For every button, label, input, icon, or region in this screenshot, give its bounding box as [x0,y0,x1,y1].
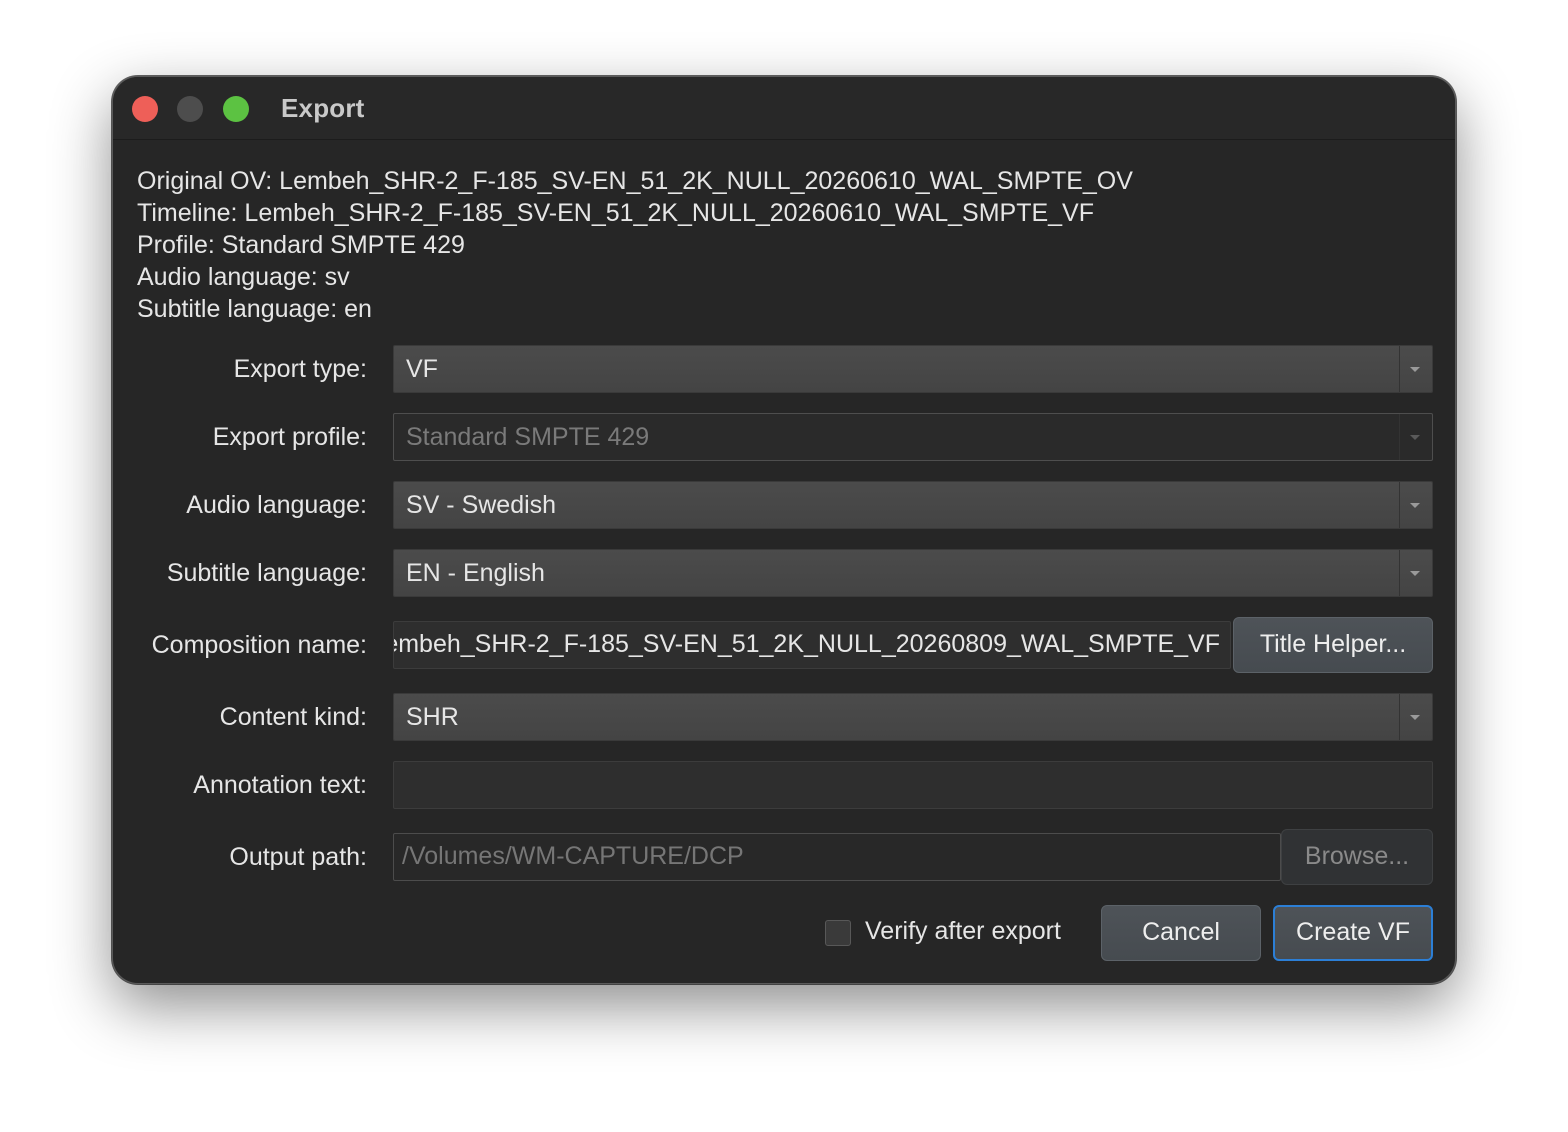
audio-language-select[interactable]: SV - Swedish [393,481,1433,529]
export-profile-value: Standard SMPTE 429 [406,423,650,451]
export-profile-label: Export profile: [212,423,367,451]
output-path-value: /Volumes/WM-CAPTURE/DCP [402,842,744,870]
verify-after-export-checkbox[interactable] [825,920,851,946]
annotation-text-label: Annotation text: [193,771,367,799]
content-kind-value: SHR [406,703,459,731]
minimize-button[interactable] [177,96,203,122]
chevron-down-icon [1410,435,1420,440]
chevron-down-icon [1410,571,1420,576]
annotation-text-input[interactable] [393,761,1433,809]
info-subtitle-language: Subtitle language: en [137,295,372,323]
audio-language-dropdown-toggle[interactable] [1399,482,1432,528]
export-dialog: Export Original OV: Lembeh_SHR-2_F-185_S… [112,76,1456,984]
subtitle-language-label: Subtitle language: [166,559,367,587]
verify-after-export-label[interactable]: Verify after export [865,917,1061,946]
composition-name-value: Lembeh_SHR-2_F-185_SV-EN_51_2K_NULL_2026… [393,630,1220,658]
composition-name-label: Composition name: [151,631,367,659]
export-type-label: Export type: [233,355,367,383]
browse-button: Browse... [1281,829,1433,885]
chevron-down-icon [1410,367,1420,372]
info-profile: Profile: Standard SMPTE 429 [137,231,465,259]
cancel-button[interactable]: Cancel [1101,905,1261,961]
output-path-input: /Volumes/WM-CAPTURE/DCP [393,833,1281,881]
export-type-dropdown-toggle[interactable] [1399,346,1432,392]
subtitle-language-dropdown-toggle[interactable] [1399,550,1432,596]
content-kind-label: Content kind: [219,703,367,731]
title-bar[interactable]: Export [113,77,1455,140]
chevron-down-icon [1410,503,1420,508]
info-original-ov: Original OV: Lembeh_SHR-2_F-185_SV-EN_51… [137,167,1133,195]
export-profile-select: Standard SMPTE 429 [393,413,1433,461]
output-path-label: Output path: [229,843,367,871]
audio-language-value: SV - Swedish [406,491,557,519]
export-profile-dropdown-toggle [1399,414,1432,460]
chevron-down-icon [1410,715,1420,720]
title-helper-button[interactable]: Title Helper... [1233,617,1433,673]
content-kind-select[interactable]: SHR [393,693,1433,741]
info-audio-language: Audio language: sv [137,263,350,291]
subtitle-language-select[interactable]: EN - English [393,549,1433,597]
subtitle-language-value: EN - English [406,559,545,587]
window-title: Export [281,93,365,123]
content-kind-dropdown-toggle[interactable] [1399,694,1432,740]
export-type-select[interactable]: VF [393,345,1433,393]
audio-language-label: Audio language: [186,491,367,519]
info-summary: Original OV: Lembeh_SHR-2_F-185_SV-EN_51… [137,165,1133,325]
maximize-button[interactable] [223,96,249,122]
export-type-value: VF [406,355,438,383]
create-vf-button[interactable]: Create VF [1273,905,1433,961]
composition-name-input[interactable]: Lembeh_SHR-2_F-185_SV-EN_51_2K_NULL_2026… [393,621,1231,669]
info-timeline: Timeline: Lembeh_SHR-2_F-185_SV-EN_51_2K… [137,199,1095,227]
close-button[interactable] [132,96,158,122]
